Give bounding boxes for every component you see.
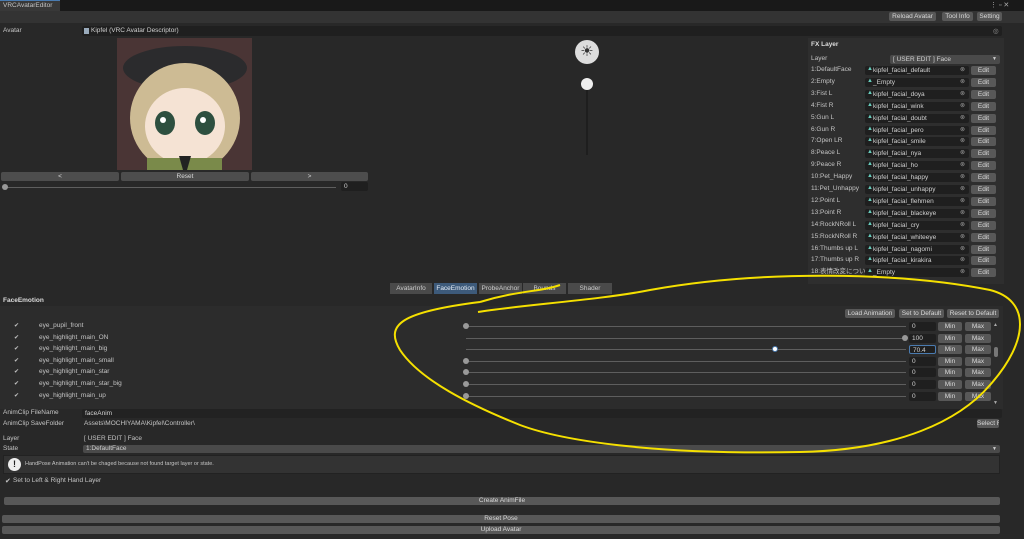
yellow-annotation-stroke: [393, 274, 1021, 454]
